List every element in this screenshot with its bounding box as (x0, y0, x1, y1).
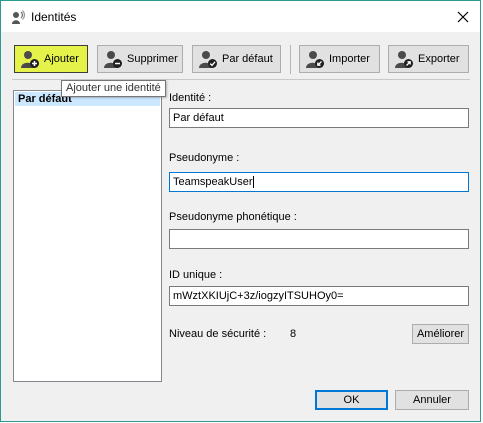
title-bar: Identités (1, 1, 480, 32)
improve-security-button[interactable]: Améliorer (412, 324, 469, 344)
import-identity-button[interactable]: Importer (299, 45, 380, 73)
nickname-field[interactable]: TeamspeakUser (169, 172, 469, 192)
close-button[interactable] (446, 1, 480, 32)
add-identity-button[interactable]: Ajouter (14, 45, 88, 73)
add-identity-tooltip: Ajouter une identité (61, 80, 166, 97)
identity-list[interactable]: Par défaut (13, 90, 162, 382)
toolbar-separator (290, 45, 291, 74)
teamspeak-app-icon (12, 10, 26, 24)
remove-identity-button[interactable]: Supprimer (97, 45, 183, 73)
nickname-value: TeamspeakUser (173, 176, 253, 188)
import-user-icon (306, 51, 324, 68)
window-title: Identités (31, 10, 77, 24)
unique-id-field[interactable]: mWztXKIUjC+3z/iogzyITSUHOy0= (169, 286, 469, 306)
nickname-label: Pseudonyme : (169, 152, 240, 164)
default-user-icon (199, 51, 217, 68)
phonetic-nickname-label: Pseudonyme phonétique : (169, 211, 297, 223)
export-user-icon (395, 51, 413, 68)
text-caret (253, 176, 255, 189)
remove-user-icon (104, 51, 122, 68)
ok-button[interactable]: OK (315, 390, 388, 410)
identity-name-label: Identité : (169, 92, 212, 104)
set-default-button[interactable]: Par défaut (192, 45, 281, 73)
security-level-label: Niveau de sécurité : (169, 328, 267, 340)
phonetic-nickname-field[interactable] (169, 229, 469, 249)
unique-id-label: ID unique : (169, 269, 223, 281)
import-identity-label: Importer (329, 53, 370, 65)
security-level-value: 8 (290, 328, 297, 340)
identities-dialog: Identités Ajouter Supprimer Par défaut I… (0, 0, 481, 422)
identity-name-field[interactable]: Par défaut (169, 108, 469, 128)
cancel-button[interactable]: Annuler (395, 390, 469, 410)
close-icon (457, 11, 469, 22)
export-identity-button[interactable]: Exporter (388, 45, 469, 73)
add-identity-label: Ajouter (44, 53, 79, 65)
export-identity-label: Exporter (418, 53, 460, 65)
remove-identity-label: Supprimer (127, 53, 178, 65)
set-default-label: Par défaut (222, 53, 273, 65)
add-user-icon (21, 51, 39, 68)
